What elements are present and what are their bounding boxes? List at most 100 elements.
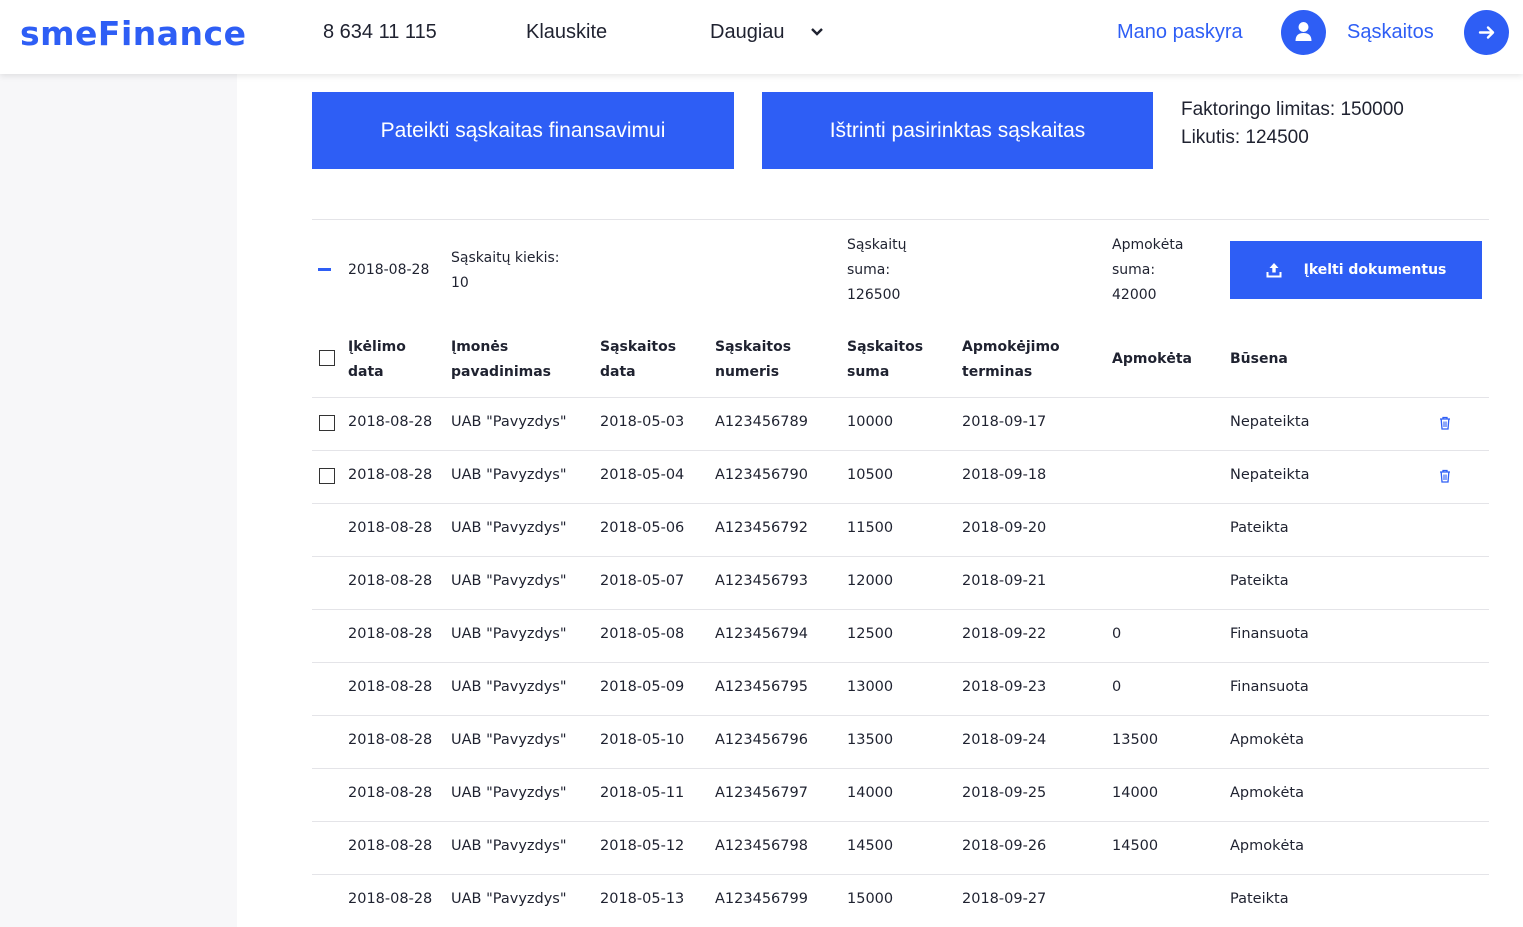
col-invoice-sum-1: Sąskaitos xyxy=(847,339,924,355)
cell-company: UAB "Pavyzdys" xyxy=(451,520,567,536)
cell-invoice-number: A123456789 xyxy=(715,414,808,430)
col-company-2: pavadinimas xyxy=(451,364,551,380)
sum-label-1: Sąskaitų xyxy=(847,237,907,253)
invoice-count: Sąskaitų kiekis: 10 xyxy=(451,246,560,296)
cell-company: UAB "Pavyzdys" xyxy=(451,573,567,589)
cell-invoice-sum: 13500 xyxy=(847,732,894,748)
divider xyxy=(312,219,1489,220)
cell-company: UAB "Pavyzdys" xyxy=(451,732,567,748)
nav-invoices[interactable]: Sąskaitos xyxy=(1347,21,1434,44)
cell-invoice-sum: 12500 xyxy=(847,626,894,642)
cell-invoice-number: A123456795 xyxy=(715,679,808,695)
table-row[interactable]: 2018-08-28 UAB "Pavyzdys" 2018-05-08 A12345… xyxy=(312,609,1489,662)
select-all-checkbox[interactable] xyxy=(319,350,335,366)
cell-upload-date: 2018-08-28 xyxy=(348,573,433,589)
col-invoice-date: Sąskaitos data xyxy=(600,335,676,385)
cell-company: UAB "Pavyzdys" xyxy=(451,679,567,695)
cell-invoice-number: A123456790 xyxy=(715,467,808,483)
cell-invoice-date: 2018-05-11 xyxy=(600,785,685,801)
cell-paid: 0 xyxy=(1112,679,1122,695)
cell-invoice-date: 2018-05-04 xyxy=(600,467,685,483)
col-company: Įmonės pavadinimas xyxy=(451,335,551,385)
table-row[interactable]: 2018-08-28 UAB "Pavyzdys" 2018-05-03 A12345… xyxy=(312,397,1489,450)
row-checkbox[interactable] xyxy=(319,468,335,484)
col-upload-date-2: data xyxy=(348,364,384,380)
col-upload-date-1: Įkėlimo xyxy=(348,339,406,355)
cell-payment-term: 2018-09-26 xyxy=(962,838,1047,854)
cell-invoice-date: 2018-05-06 xyxy=(600,520,685,536)
cell-invoice-sum: 10500 xyxy=(847,467,894,483)
cell-status: Nepateikta xyxy=(1230,467,1310,483)
cell-invoice-date: 2018-05-07 xyxy=(600,573,685,589)
cell-invoice-number: A123456797 xyxy=(715,785,808,801)
paid-label-1: Apmokėta xyxy=(1112,237,1184,253)
limit-text: Faktoringo limitas: 150000 xyxy=(1181,99,1404,120)
chevron-down-icon[interactable] xyxy=(811,26,823,38)
upload-label: Įkelti dokumentus xyxy=(1303,262,1447,278)
cell-payment-term: 2018-09-22 xyxy=(962,626,1047,642)
cell-upload-date: 2018-08-28 xyxy=(348,626,433,642)
nav-more[interactable]: Daugiau xyxy=(710,21,785,44)
table-row[interactable]: 2018-08-28 UAB "Pavyzdys" 2018-05-11 A12345… xyxy=(312,768,1489,821)
col-invoice-sum: Sąskaitos suma xyxy=(847,335,923,385)
table-row[interactable]: 2018-08-28 UAB "Pavyzdys" 2018-05-12 A12345… xyxy=(312,821,1489,874)
table-row[interactable]: 2018-08-28 UAB "Pavyzdys" 2018-05-04 A12345… xyxy=(312,450,1489,503)
cell-invoice-date: 2018-05-03 xyxy=(600,414,685,430)
invoice-sum: Sąskaitų suma: 126500 xyxy=(847,233,906,308)
cell-paid: 14000 xyxy=(1112,785,1159,801)
cell-payment-term: 2018-09-18 xyxy=(962,467,1047,483)
delete-selected-button[interactable]: Ištrinti pasirinktas sąskaitas xyxy=(762,92,1153,169)
cell-invoice-sum: 14000 xyxy=(847,785,894,801)
cell-invoice-number: A123456799 xyxy=(715,891,808,907)
col-invoice-date-1: Sąskaitos xyxy=(600,339,677,355)
arrow-right-icon[interactable] xyxy=(1464,10,1509,55)
cell-payment-term: 2018-09-24 xyxy=(962,732,1047,748)
balance-text: Likutis: 124500 xyxy=(1181,127,1309,148)
cell-invoice-number: A123456796 xyxy=(715,732,808,748)
nav-my-account[interactable]: Mano paskyra xyxy=(1117,21,1243,44)
count-value: 10 xyxy=(451,275,469,291)
cell-invoice-sum: 10000 xyxy=(847,414,894,430)
upload-documents-button[interactable]: Įkelti dokumentus xyxy=(1230,241,1482,299)
trash-icon[interactable] xyxy=(1439,469,1451,483)
phone-number[interactable]: 8 634 11 115 xyxy=(323,21,437,44)
cell-company: UAB "Pavyzdys" xyxy=(451,626,567,642)
logo[interactable]: smeFinance xyxy=(20,14,246,53)
col-paid: Apmokėta xyxy=(1112,351,1193,367)
cell-upload-date: 2018-08-28 xyxy=(348,414,433,430)
cell-status: Pateikta xyxy=(1230,573,1289,589)
col-payment-term-2: terminas xyxy=(962,364,1033,380)
nav-ask[interactable]: Klauskite xyxy=(526,21,607,44)
submit-invoices-button[interactable]: Pateikti sąskaitas finansavimui xyxy=(312,92,734,169)
cell-upload-date: 2018-08-28 xyxy=(348,467,433,483)
top-navigation: smeFinance 8 634 11 115 Klauskite Daugia… xyxy=(0,0,1523,74)
table-row[interactable]: 2018-08-28 UAB "Pavyzdys" 2018-05-09 A12345… xyxy=(312,662,1489,715)
trash-icon[interactable] xyxy=(1439,416,1451,430)
col-invoice-number: Sąskaitos numeris xyxy=(715,335,791,385)
minus-icon[interactable] xyxy=(318,268,331,271)
cell-status: Nepateikta xyxy=(1230,414,1310,430)
cell-invoice-date: 2018-05-10 xyxy=(600,732,685,748)
user-icon[interactable] xyxy=(1281,10,1326,55)
cell-status: Apmokėta xyxy=(1230,732,1305,748)
table-row[interactable]: 2018-08-28 UAB "Pavyzdys" 2018-05-07 A12345… xyxy=(312,556,1489,609)
table-row[interactable]: 2018-08-28 UAB "Pavyzdys" 2018-05-13 A12345… xyxy=(312,874,1489,927)
cell-company: UAB "Pavyzdys" xyxy=(451,414,567,430)
table-row[interactable]: 2018-08-28 UAB "Pavyzdys" 2018-05-10 A12345… xyxy=(312,715,1489,768)
row-checkbox[interactable] xyxy=(319,415,335,431)
col-status: Būsena xyxy=(1230,351,1288,367)
cell-company: UAB "Pavyzdys" xyxy=(451,838,567,854)
cell-upload-date: 2018-08-28 xyxy=(348,520,433,536)
cell-status: Finansuota xyxy=(1230,679,1309,695)
cell-upload-date: 2018-08-28 xyxy=(348,838,433,854)
col-upload-date: Įkėlimo data xyxy=(348,335,406,385)
cell-upload-date: 2018-08-28 xyxy=(348,891,433,907)
cell-invoice-number: A123456793 xyxy=(715,573,808,589)
cell-invoice-sum: 12000 xyxy=(847,573,894,589)
col-invoice-number-2: numeris xyxy=(715,364,780,380)
table-row[interactable]: 2018-08-28 UAB "Pavyzdys" 2018-05-06 A12345… xyxy=(312,503,1489,556)
cell-payment-term: 2018-09-17 xyxy=(962,414,1047,430)
cell-invoice-sum: 15000 xyxy=(847,891,894,907)
col-invoice-sum-2: suma xyxy=(847,364,890,380)
cell-company: UAB "Pavyzdys" xyxy=(451,785,567,801)
